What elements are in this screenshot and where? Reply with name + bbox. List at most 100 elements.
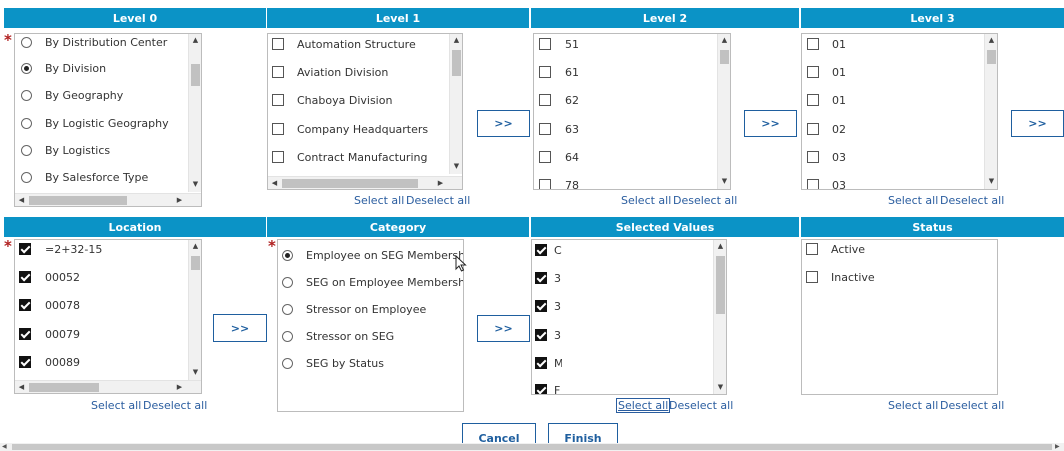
checkbox[interactable] bbox=[19, 328, 31, 340]
list-item[interactable]: SEG by Status bbox=[278, 356, 384, 370]
checkbox[interactable] bbox=[19, 356, 31, 368]
checkbox[interactable] bbox=[272, 38, 284, 50]
list-item[interactable]: 78 bbox=[534, 178, 579, 189]
status-deselect-all-link[interactable]: Deselect all bbox=[940, 399, 1004, 412]
scroll-up-icon[interactable]: ▲ bbox=[189, 36, 201, 45]
move-location-button[interactable]: >> bbox=[213, 314, 267, 342]
checkbox[interactable] bbox=[807, 38, 819, 50]
list-item[interactable]: 01 bbox=[802, 93, 846, 107]
radio-button[interactable] bbox=[21, 36, 32, 48]
list-item[interactable]: 63 bbox=[534, 122, 579, 136]
scroll-thumb[interactable] bbox=[29, 196, 127, 205]
list-item[interactable]: 3 bbox=[532, 271, 562, 285]
level2-list[interactable]: 51 61 62 63 64 78 ▲ ▼ bbox=[533, 33, 731, 190]
scroll-up-icon[interactable]: ▲ bbox=[985, 36, 997, 45]
horizontal-scrollbar[interactable]: ◀ ▶ bbox=[15, 193, 201, 206]
checkbox[interactable] bbox=[272, 94, 284, 106]
scroll-left-icon[interactable]: ◀ bbox=[268, 179, 281, 188]
list-item[interactable]: 01 bbox=[802, 65, 846, 79]
list-item[interactable]: Inactive bbox=[802, 270, 875, 284]
radio-button[interactable] bbox=[282, 249, 293, 261]
scroll-thumb[interactable] bbox=[716, 256, 725, 314]
list-item[interactable]: 3 bbox=[532, 299, 562, 313]
checkbox[interactable] bbox=[807, 66, 819, 78]
checkbox[interactable] bbox=[807, 123, 819, 135]
level1-list[interactable]: Automation Structure Aviation Division C… bbox=[267, 33, 463, 190]
list-item[interactable]: C bbox=[532, 243, 562, 257]
category-list[interactable]: Employee on SEG Membership SEG on Employ… bbox=[277, 239, 464, 412]
vertical-scrollbar[interactable]: ▲ ▼ bbox=[713, 240, 726, 394]
checkbox[interactable] bbox=[535, 384, 547, 394]
level3-deselect-all-link[interactable]: Deselect all bbox=[940, 194, 1004, 207]
list-item[interactable]: Employee on SEG Membership bbox=[278, 248, 463, 262]
scroll-thumb[interactable] bbox=[987, 50, 996, 64]
radio-button[interactable] bbox=[282, 276, 293, 288]
checkbox[interactable] bbox=[539, 151, 551, 163]
checkbox[interactable] bbox=[535, 244, 547, 256]
list-item[interactable]: By Distribution Center bbox=[15, 35, 167, 49]
list-item[interactable]: 62 bbox=[534, 93, 579, 107]
vertical-scrollbar[interactable]: ▲ ▼ bbox=[717, 34, 730, 189]
scroll-right-icon[interactable]: ▶ bbox=[173, 196, 186, 205]
radio-button[interactable] bbox=[282, 330, 293, 342]
checkbox[interactable] bbox=[272, 151, 284, 163]
level1-select-all-link[interactable]: Select all bbox=[354, 194, 404, 207]
scroll-right-icon[interactable]: ▶ bbox=[173, 383, 186, 392]
scroll-down-icon[interactable]: ▼ bbox=[189, 368, 201, 377]
list-item[interactable]: Stressor on Employee bbox=[278, 302, 426, 316]
radio-button[interactable] bbox=[282, 357, 293, 369]
scroll-thumb[interactable] bbox=[282, 179, 418, 188]
checkbox[interactable] bbox=[535, 300, 547, 312]
list-item[interactable]: 02 bbox=[802, 122, 846, 136]
scroll-thumb[interactable] bbox=[452, 50, 461, 76]
scroll-thumb[interactable] bbox=[12, 444, 1052, 450]
scroll-down-icon[interactable]: ▼ bbox=[714, 383, 726, 392]
list-item[interactable]: 03 bbox=[802, 150, 846, 164]
radio-button[interactable] bbox=[21, 171, 32, 183]
list-item[interactable]: Automation Structure bbox=[268, 37, 416, 51]
list-item[interactable]: 51 bbox=[534, 37, 579, 51]
list-item[interactable]: Chaboya Division bbox=[268, 93, 392, 107]
checkbox[interactable] bbox=[272, 123, 284, 135]
list-item[interactable]: 01 bbox=[802, 37, 846, 51]
vertical-scrollbar[interactable]: ▲ ▼ bbox=[449, 34, 462, 174]
scroll-thumb[interactable] bbox=[29, 383, 99, 392]
checkbox[interactable] bbox=[539, 38, 551, 50]
radio-button[interactable] bbox=[21, 89, 32, 101]
radio-button[interactable] bbox=[21, 117, 32, 129]
list-item[interactable]: 3 bbox=[532, 328, 562, 342]
checkbox[interactable] bbox=[535, 329, 547, 341]
list-item[interactable]: Company Headquarters bbox=[268, 122, 428, 136]
level2-deselect-all-link[interactable]: Deselect all bbox=[673, 194, 737, 207]
scroll-down-icon[interactable]: ▼ bbox=[450, 162, 462, 171]
checkbox[interactable] bbox=[272, 66, 284, 78]
list-item[interactable]: By Division bbox=[15, 61, 106, 75]
level3-select-all-link[interactable]: Select all bbox=[888, 194, 938, 207]
list-item[interactable]: 00078 bbox=[15, 298, 80, 312]
scroll-up-icon[interactable]: ▲ bbox=[189, 242, 201, 251]
location-deselect-all-link[interactable]: Deselect all bbox=[143, 399, 207, 412]
scroll-left-icon[interactable]: ◀ bbox=[2, 443, 7, 451]
checkbox[interactable] bbox=[535, 272, 547, 284]
vertical-scrollbar[interactable]: ▲ ▼ bbox=[984, 34, 997, 189]
checkbox[interactable] bbox=[539, 179, 551, 189]
horizontal-scrollbar[interactable]: ◀ ▶ bbox=[268, 176, 462, 189]
vertical-scrollbar[interactable]: ▲ ▼ bbox=[188, 240, 201, 380]
list-item[interactable]: 00079 bbox=[15, 327, 80, 341]
level1-deselect-all-link[interactable]: Deselect all bbox=[406, 194, 470, 207]
scroll-up-icon[interactable]: ▲ bbox=[450, 36, 462, 45]
list-item[interactable]: By Logistics bbox=[15, 143, 110, 157]
move-level1-button[interactable]: >> bbox=[477, 110, 530, 137]
list-item[interactable]: 61 bbox=[534, 65, 579, 79]
move-category-button[interactable]: >> bbox=[477, 315, 530, 342]
scroll-thumb[interactable] bbox=[720, 50, 729, 64]
list-item[interactable]: SEG on Employee Membership bbox=[278, 275, 463, 289]
list-item[interactable]: M bbox=[532, 356, 562, 370]
list-item[interactable]: Contract Manufacturing bbox=[268, 150, 427, 164]
selected-values-list[interactable]: C 3 3 3 M F ▲ ▼ bbox=[531, 239, 727, 395]
level3-list[interactable]: 01 01 01 02 03 03 ▲ ▼ bbox=[801, 33, 998, 190]
scroll-down-icon[interactable]: ▼ bbox=[189, 180, 201, 189]
checkbox[interactable] bbox=[807, 94, 819, 106]
list-item[interactable]: 00052 bbox=[15, 270, 80, 284]
list-item[interactable]: 03 bbox=[802, 178, 846, 189]
